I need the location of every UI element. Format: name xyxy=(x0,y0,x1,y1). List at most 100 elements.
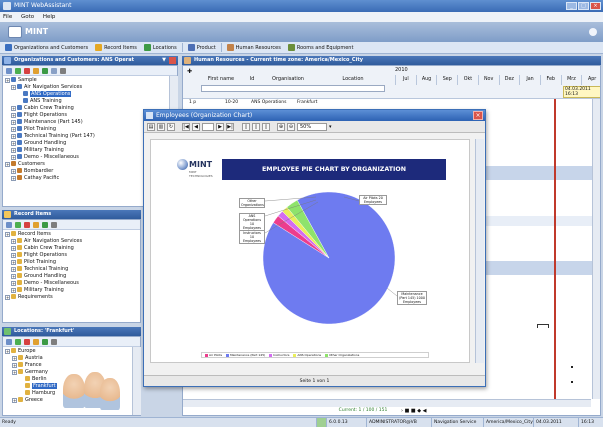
search-icon[interactable] xyxy=(51,338,57,345)
first-page-icon[interactable]: |◀ xyxy=(182,122,190,131)
next-page-icon[interactable]: ▶ xyxy=(216,122,224,131)
expand-toggle-icon[interactable]: + xyxy=(11,288,16,293)
zoom-out-icon[interactable]: ⊖ xyxy=(287,122,295,131)
tree-item[interactable]: + Air Navigation Services xyxy=(5,84,177,91)
filter-icon[interactable] xyxy=(6,221,12,228)
booking-bracket-icon[interactable] xyxy=(537,324,549,328)
col-first-name[interactable]: First name xyxy=(201,76,241,82)
refresh-icon[interactable] xyxy=(42,67,48,74)
expand-toggle-icon[interactable]: + xyxy=(11,246,16,251)
expand-toggle-icon[interactable]: + xyxy=(11,127,16,132)
expand-toggle-icon[interactable]: + xyxy=(11,239,16,244)
add-icon[interactable] xyxy=(15,67,21,74)
maximize-button[interactable]: □ xyxy=(578,2,589,10)
delete-icon[interactable] xyxy=(24,67,30,74)
tree-item[interactable]: + Europe xyxy=(5,348,140,355)
delete-icon[interactable] xyxy=(24,221,30,228)
expand-toggle-icon[interactable]: + xyxy=(12,363,17,368)
expand-toggle-icon[interactable]: + xyxy=(11,106,16,111)
page-number-input[interactable] xyxy=(202,122,214,131)
refresh-icon[interactable] xyxy=(42,221,48,228)
page-view-icon[interactable]: ▯ xyxy=(242,122,250,131)
col-location[interactable]: Location xyxy=(323,76,383,82)
dialog-close-button[interactable]: × xyxy=(473,111,483,120)
tree-item[interactable]: + Demo - Miscellaneous xyxy=(5,280,140,287)
tree-item[interactable]: + Military Training xyxy=(5,287,140,294)
print-icon[interactable]: ▤ xyxy=(147,122,155,131)
tree-item[interactable]: + Ground Handling xyxy=(5,273,140,280)
expand-toggle-icon[interactable]: + xyxy=(5,232,10,237)
edit-icon[interactable] xyxy=(33,338,39,345)
expand-toggle-icon[interactable]: + xyxy=(11,169,16,174)
close-window-button[interactable]: × xyxy=(590,2,601,10)
refresh-icon[interactable]: ↻ xyxy=(167,122,175,131)
export-icon[interactable]: ▥ xyxy=(157,122,165,131)
tree-item[interactable]: + Technical Training xyxy=(5,266,140,273)
tree-item[interactable]: + France xyxy=(5,362,140,369)
tree-item[interactable]: + Flight Operations xyxy=(5,252,140,259)
expand-toggle-icon[interactable]: + xyxy=(11,113,16,118)
module-rooms-equipment[interactable]: Rooms and Equipment xyxy=(286,44,356,51)
expand-toggle-icon[interactable]: + xyxy=(12,356,17,361)
expand-toggle-icon[interactable]: + xyxy=(11,253,16,258)
menu-file[interactable]: File xyxy=(3,14,12,20)
expand-toggle-icon[interactable]: + xyxy=(12,370,17,375)
tree-item[interactable]: ANS Training xyxy=(5,98,177,105)
filter-icon[interactable] xyxy=(6,338,12,345)
expand-toggle-icon[interactable]: + xyxy=(5,162,10,167)
minimize-button[interactable]: _ xyxy=(566,2,577,10)
expand-toggle-icon[interactable]: + xyxy=(5,349,10,354)
search-icon[interactable] xyxy=(60,67,66,74)
tree-item[interactable]: + Record Items xyxy=(5,231,140,238)
location-tree-scrollbar[interactable] xyxy=(132,347,141,415)
module-human-resources[interactable]: Human Resources xyxy=(225,44,283,51)
multi-page-icon[interactable]: ▯ xyxy=(252,122,260,131)
expand-toggle-icon[interactable]: + xyxy=(11,120,16,125)
panel-dropdown-icon[interactable]: ▼ xyxy=(162,56,166,65)
panel-close-icon[interactable] xyxy=(169,57,176,64)
col-id[interactable]: Id xyxy=(245,76,259,82)
dialog-vertical-scrollbar[interactable] xyxy=(475,139,484,363)
filter-icon[interactable] xyxy=(6,67,12,74)
add-icon[interactable] xyxy=(15,338,21,345)
zoom-in-icon[interactable]: ⊕ xyxy=(277,122,285,131)
hr-horizontal-scrollbar[interactable] xyxy=(183,399,591,407)
expand-toggle-icon[interactable]: + xyxy=(12,398,17,403)
tree-item[interactable]: + Requirements xyxy=(5,294,140,301)
tree-item[interactable]: + Air Navigation Services xyxy=(5,238,140,245)
expand-toggle-icon[interactable]: + xyxy=(11,267,16,272)
col-organisation[interactable]: Organisation xyxy=(263,76,313,82)
module-locations[interactable]: Locations xyxy=(142,44,179,51)
expand-toggle-icon[interactable]: + xyxy=(11,141,16,146)
tree-item[interactable]: ANS Operations xyxy=(5,91,177,98)
hr-vertical-scrollbar[interactable] xyxy=(592,99,600,399)
edit-icon[interactable] xyxy=(33,67,39,74)
tree-item[interactable]: + Pilot Training xyxy=(5,259,140,266)
prev-page-icon[interactable]: ◀ xyxy=(192,122,200,131)
menu-goto[interactable]: Goto xyxy=(21,14,34,20)
expand-toggle-icon[interactable]: + xyxy=(11,148,16,153)
navigation-arrows[interactable]: › ■ ■ ◆ ◀ xyxy=(401,408,427,414)
delete-icon[interactable] xyxy=(24,338,30,345)
hr-add-icon[interactable]: ✚ xyxy=(187,68,192,75)
chevron-down-icon[interactable]: ▾ xyxy=(329,124,332,130)
expand-toggle-icon[interactable]: + xyxy=(11,281,16,286)
tree-item[interactable]: + Cabin Crew Training xyxy=(5,245,140,252)
zoom-select[interactable]: 50% xyxy=(297,122,327,131)
tree-item[interactable]: + Sample xyxy=(5,77,177,84)
edit-icon[interactable] xyxy=(33,221,39,228)
last-page-icon[interactable]: ▶| xyxy=(226,122,234,131)
expand-toggle-icon[interactable]: + xyxy=(11,155,16,160)
expand-toggle-icon[interactable]: + xyxy=(11,134,16,139)
hierarchy-icon[interactable] xyxy=(51,67,57,74)
expand-toggle-icon[interactable]: + xyxy=(11,85,16,90)
hr-first-row[interactable]: 1 p 10-20 ANS Operations Frankfurt xyxy=(185,100,385,106)
expand-toggle-icon[interactable]: + xyxy=(5,78,10,83)
module-organizations[interactable]: Organizations and Customers xyxy=(3,44,90,51)
hr-filter-row[interactable] xyxy=(201,85,385,92)
tree-item[interactable]: + Austria xyxy=(5,355,140,362)
refresh-icon[interactable] xyxy=(42,338,48,345)
menu-help[interactable]: Help xyxy=(43,14,56,20)
expand-toggle-icon[interactable]: + xyxy=(5,295,10,300)
search-icon[interactable] xyxy=(51,221,57,228)
